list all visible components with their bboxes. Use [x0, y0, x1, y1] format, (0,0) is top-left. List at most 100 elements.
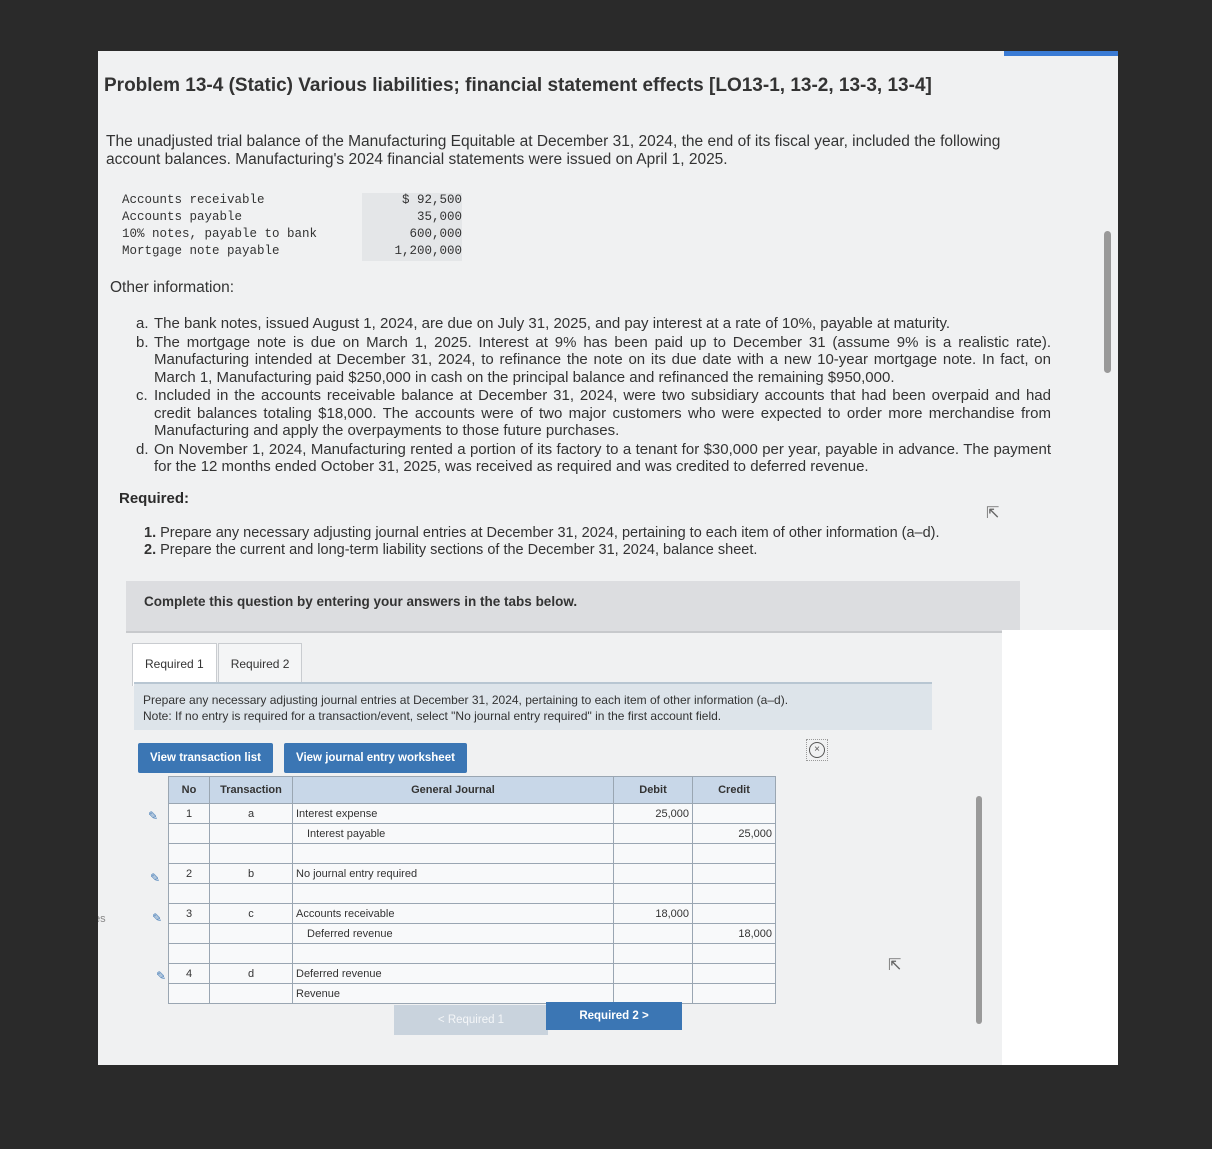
entry-transaction: a — [209, 803, 293, 824]
list-item: b. The mortgage note is due on March 1, … — [136, 334, 1051, 387]
account-field[interactable]: Revenue — [292, 983, 614, 1004]
entry-transaction: c — [209, 903, 293, 924]
entry-transaction: d — [209, 963, 293, 984]
credit-field[interactable]: 25,000 — [692, 823, 776, 844]
list-item: d. On November 1, 2024, Manufacturing re… — [136, 441, 1051, 476]
edit-pencil-icon[interactable]: ✎ — [150, 871, 160, 885]
col-transaction: Transaction — [209, 776, 293, 804]
debit-field[interactable]: 25,000 — [613, 803, 693, 824]
item-text: On November 1, 2024, Manufacturing rente… — [154, 440, 1051, 476]
col-credit: Credit — [692, 776, 776, 804]
other-info-list: a. The bank notes, issued August 1, 2024… — [136, 315, 1051, 477]
entry-transaction — [209, 923, 293, 944]
col-no: No — [168, 776, 210, 804]
item-letter: c. — [136, 387, 148, 404]
mouse-cursor-icon: ⇱ — [888, 957, 902, 974]
credit-field[interactable] — [692, 903, 776, 924]
table-row: 3 c Accounts receivable 18,000 — [168, 903, 776, 924]
edit-pencil-icon[interactable]: ✎ — [152, 911, 162, 925]
table-row — [168, 883, 776, 904]
account-name: Mortgage note payable — [122, 244, 280, 258]
edit-pencil-icon[interactable]: ✎ — [148, 809, 158, 823]
debit-field[interactable]: 18,000 — [613, 903, 693, 924]
credit-field[interactable] — [692, 803, 776, 824]
page-scrollbar[interactable] — [1104, 231, 1111, 373]
account-field[interactable]: No journal entry required — [292, 863, 614, 884]
account-name: Accounts payable — [122, 210, 243, 224]
complete-text: Complete this question by entering your … — [144, 594, 578, 609]
trial-balance-row: Accounts payable 35,000 — [122, 210, 462, 227]
page-title: Problem 13-4 (Static) Various liabilitie… — [104, 75, 932, 96]
entry-transaction — [209, 823, 293, 844]
tab-required-2[interactable]: Required 2 — [217, 643, 303, 686]
entry-no — [168, 983, 210, 1004]
trial-balance-row: 10% notes, payable to bank 600,000 — [122, 227, 462, 244]
entry-no: 1 — [168, 803, 210, 824]
item-text: Included in the accounts receivable bala… — [154, 387, 1051, 439]
page: es Problem 13-4 (Static) Various liabili… — [98, 51, 1118, 1065]
table-row: Interest payable 25,000 — [168, 823, 776, 844]
credit-field[interactable] — [692, 863, 776, 884]
account-name: 10% notes, payable to bank — [122, 227, 318, 241]
edit-pencil-icon[interactable]: ✎ — [156, 969, 166, 983]
item-text: Prepare any necessary adjusting journal … — [160, 525, 940, 541]
table-row: 4 d Deferred revenue — [168, 963, 776, 984]
item-text: The bank notes, issued August 1, 2024, a… — [154, 315, 951, 332]
journal-header-row: No Transaction General Journal Debit Cre… — [168, 776, 776, 804]
table-row: 2 b No journal entry required — [168, 863, 776, 884]
account-amount: 35,000 — [362, 210, 462, 227]
trial-balance-row: Accounts receivable $ 92,500 — [122, 193, 462, 210]
right-blank-panel — [1002, 630, 1118, 1065]
view-journal-worksheet-button[interactable]: View journal entry worksheet — [284, 743, 467, 773]
table-row — [168, 843, 776, 864]
entry-transaction: b — [209, 863, 293, 884]
list-item: c. Included in the accounts receivable b… — [136, 387, 1051, 440]
debit-field[interactable] — [613, 923, 693, 944]
item-letter: d. — [136, 440, 149, 458]
entry-transaction — [209, 983, 293, 1004]
mouse-cursor-icon: ⇱ — [986, 505, 1000, 522]
table-row: Deferred revenue 18,000 — [168, 923, 776, 944]
debit-field[interactable] — [613, 983, 693, 1004]
col-general-journal: General Journal — [292, 776, 614, 804]
top-accent-bar — [1004, 51, 1118, 56]
debit-field[interactable] — [613, 863, 693, 884]
tab-required-1[interactable]: Required 1 — [132, 643, 217, 686]
required-list: 1. Prepare any necessary adjusting journ… — [144, 525, 940, 559]
item-letter: b. — [136, 333, 149, 351]
credit-field[interactable] — [692, 963, 776, 984]
credit-field[interactable]: 18,000 — [692, 923, 776, 944]
account-field[interactable]: Deferred revenue — [292, 923, 614, 944]
instruction-note: Note: If no entry is required for a tran… — [143, 709, 722, 723]
item-text: The mortgage note is due on March 1, 202… — [154, 333, 1051, 386]
table-row: Revenue — [168, 983, 776, 1004]
item-text: Prepare the current and long-term liabil… — [160, 542, 758, 558]
panel-scrollbar[interactable] — [976, 796, 982, 1024]
debit-field[interactable] — [613, 963, 693, 984]
instruction-banner: Complete this question by entering your … — [126, 581, 1020, 633]
account-name: Accounts receivable — [122, 193, 265, 207]
prev-required-button[interactable]: < Required 1 — [394, 1005, 548, 1035]
next-required-button[interactable]: Required 2 > — [546, 1002, 682, 1030]
item-number: 2. — [144, 542, 157, 558]
close-icon[interactable]: × — [806, 739, 828, 761]
trial-balance: Accounts receivable $ 92,500 Accounts pa… — [122, 193, 462, 261]
item-letter: a. — [136, 315, 149, 332]
other-info-label: Other information: — [110, 279, 235, 296]
account-amount: 600,000 — [362, 227, 462, 244]
sidebar-fragment: es — [98, 913, 106, 925]
account-field[interactable]: Interest payable — [292, 823, 614, 844]
instruction-line: Prepare any necessary adjusting journal … — [143, 693, 789, 707]
account-amount: 1,200,000 — [362, 244, 462, 261]
table-row: 1 a Interest expense 25,000 — [168, 803, 776, 824]
debit-field[interactable] — [613, 823, 693, 844]
intro-text: The unadjusted trial balance of the Manu… — [106, 133, 1001, 168]
account-field[interactable]: Accounts receivable — [292, 903, 614, 924]
entry-no — [168, 823, 210, 844]
account-field[interactable]: Interest expense — [292, 803, 614, 824]
account-field[interactable]: Deferred revenue — [292, 963, 614, 984]
view-transaction-list-button[interactable]: View transaction list — [138, 743, 273, 773]
list-item: 2. Prepare the current and long-term lia… — [144, 542, 940, 559]
trial-balance-row: Mortgage note payable 1,200,000 — [122, 244, 462, 261]
credit-field[interactable] — [692, 983, 776, 1004]
